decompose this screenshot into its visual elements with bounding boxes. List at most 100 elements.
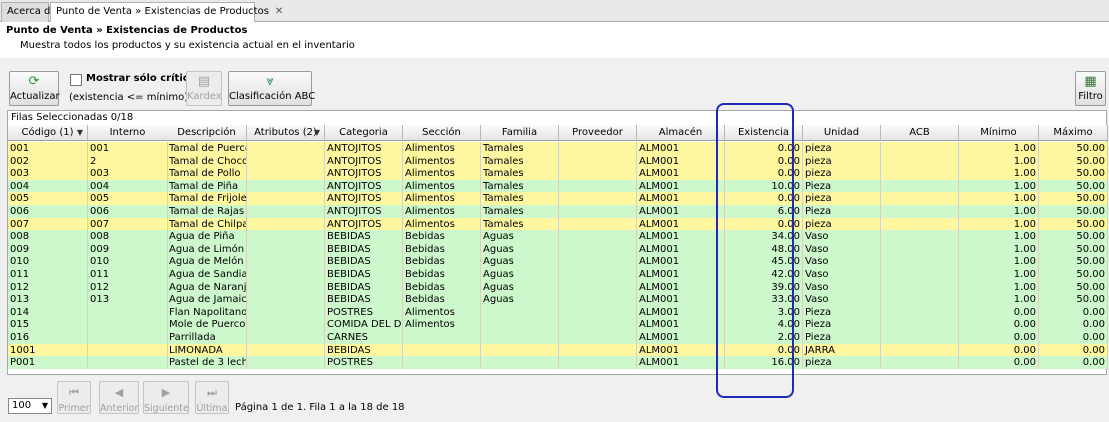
cell-code: 1001 [8,343,88,357]
cell-maximum: 50.00 [1039,293,1108,307]
column-header-unit[interactable]: Unidad [803,125,881,141]
cell-maximum: 0.00 [1039,343,1108,357]
last-page-button[interactable]: ⏭ Última [195,381,229,414]
column-header-maximum[interactable]: Máximo [1039,125,1108,141]
cell-code: 006 [8,205,88,218]
cell-warehouse: ALM001 [637,293,725,307]
cell-supplier [559,255,637,269]
cell-warehouse: ALM001 [637,230,725,244]
kardex-label: Kardex [187,91,222,102]
column-header-minimum[interactable]: Mínimo [959,125,1039,141]
table-row[interactable]: 009 009 Agua de Limón BEBIDAS Bebidas Aguas AL… [8,242,1108,256]
cell-code: 002 [8,154,88,168]
cell-attributes [247,242,325,256]
cell-description: Tamal de Chilpan [169,217,247,231]
abc-classification-button[interactable]: ⩔ Clasificación ABC [228,71,316,106]
cell-minimum: 0.00 [959,331,1039,344]
table-row[interactable]: 1001 LIMONADA BEBIDAS ALM001 0.00 JARRA 0.00 0.… [8,343,1108,357]
column-header-family[interactable]: Familia [481,125,559,141]
cell-unit: Pieza [803,305,881,319]
cell-maximum: 50.00 [1039,205,1108,218]
table-row[interactable]: 010 010 Agua de Melón BEBIDAS Bebidas Aguas AL… [8,255,1108,269]
prev-page-button[interactable]: ◀ Anterior [99,381,139,414]
cell-attributes [247,255,325,269]
cell-family: Tamales [481,205,559,218]
table-row[interactable]: 001 001 Tamal de Puerco ANTOJITOS Alimentos T… [8,142,1108,155]
table-row[interactable]: 006 006 Tamal de Rajas ANTOJITOS Alimentos Ta… [8,205,1108,218]
table-row[interactable]: P001Pastel de 3 lech...POSTRESALM00116.0… [8,356,1108,370]
abc-label: Clasificación ABC [229,91,316,102]
table-row[interactable]: 004 004 Tamal de Piña ANTOJITOS Alimentos Tam… [8,179,1108,193]
table-row[interactable]: 008 008 Agua de Piña BEBIDAS Bebidas Aguas ALM… [8,230,1108,244]
page-size-select[interactable]: 100 ▼ [8,398,52,414]
cell-supplier [559,318,637,332]
column-header-internal[interactable]: Interno [88,125,168,141]
cell-internal: 010 [88,255,168,269]
table-row[interactable]: 013 013 Agua de Jamaica BEBIDAS Bebidas Aguas… [8,293,1108,307]
cell-internal: 008 [88,230,168,244]
show-critical-checkbox[interactable] [70,74,82,86]
table-row[interactable]: 003 003 Tamal de Pollo ANTOJITOS Alimentos Ta… [8,167,1108,181]
cell-category: CARNES [325,331,403,344]
cell-acb [881,293,959,307]
cell-internal: 009 [88,242,168,256]
table-row[interactable]: 016 Parrillada CARNES ALM001 2.00 Pieza 0.00 0.… [8,331,1108,344]
column-header-description[interactable]: Descripción [167,125,247,141]
cell-attributes [247,318,325,332]
cell-minimum: 1.00 [959,280,1039,294]
cell-section: Alimentos [403,205,481,218]
cell-category: COMIDA DEL DIA [327,318,403,332]
table-row[interactable]: 015 Mole de Puerco COMIDA DEL DIA Alimentos… [8,318,1108,332]
cell-family [481,343,559,357]
page-info: Página 1 de 1. Fila 1 a la 18 de 18 [235,402,405,413]
cell-unit: JARRA [803,343,881,357]
cell-family: Aguas [481,242,559,256]
cell-maximum: 50.00 [1039,192,1108,206]
cell-minimum: 1.00 [959,217,1039,231]
cell-minimum: 1.00 [959,230,1039,244]
column-header-category[interactable]: Categoria [325,125,403,141]
cell-section: Bebidas [403,293,481,307]
cell-minimum: 0.00 [959,318,1039,332]
refresh-button[interactable]: ⟳ Actualizar [9,71,60,106]
cell-supplier [559,167,637,181]
column-header-acb[interactable]: ACB [881,125,959,141]
cell-unit: Vaso [803,293,881,307]
tab-acerca-de[interactable]: Acerca de [1,2,57,22]
column-header-warehouse[interactable]: Almacén [637,125,725,141]
table-row[interactable]: 012 012 Agua de Naranja BEBIDAS Bebidas Aguas… [8,280,1108,294]
cell-code: 013 [8,293,88,307]
filter-button[interactable]: ▦ Filtro [1075,71,1106,106]
cell-attributes [247,331,325,344]
close-icon[interactable]: ✕ [275,6,283,17]
cell-code: 005 [8,192,88,206]
column-header-supplier[interactable]: Proveedor [559,125,637,141]
column-header-section[interactable]: Sección [403,125,481,141]
cell-attributes [247,343,325,357]
column-header-code[interactable]: Código (1) ▼ [8,125,88,141]
cell-acb [881,154,959,168]
table-row[interactable]: 007 007 Tamal de Chilpan ANTOJITOS Alimentos… [8,217,1108,231]
excel-icon: ▦ [1084,74,1097,89]
table-row[interactable]: 011 011 Agua de Sandia BEBIDAS Bebidas Aguas A… [8,268,1108,281]
cell-attributes [247,293,325,307]
cell-section [403,331,481,344]
cell-category: ANTOJITOS [325,192,403,206]
tab-existencias[interactable]: Punto de Venta » Existencias de Producto… [50,2,283,23]
cell-acb [881,318,959,332]
cell-description: Agua de Sandia [169,268,247,281]
column-header-attributes[interactable]: Atributos (2) ▼ [247,125,325,141]
first-page-button[interactable]: ⏮ Primer [57,381,91,414]
table-row[interactable]: 014 Flan Napolitano POSTRES Alimentos ALM001… [8,305,1108,319]
cell-description: Flan Napolitano [169,305,247,319]
table-row[interactable]: 0022Tamal de Choco... ANTOJITOSAlimentosT… [8,154,1108,168]
next-page-icon: ▶ [161,386,171,399]
kardex-button[interactable]: ▤ Kardex [186,71,222,106]
cell-description: Tamal de Rajas [167,205,247,218]
cell-section: Alimentos [403,142,481,155]
next-page-button[interactable]: ▶ Siguiente [143,381,189,414]
cell-category: BEBIDAS [325,280,403,294]
table-row[interactable]: 005 005 Tamal de Frijoles ANTOJITOS Alimento… [8,192,1108,206]
refresh-icon: ⟳ [28,74,40,89]
cell-warehouse: ALM001 [637,318,725,332]
